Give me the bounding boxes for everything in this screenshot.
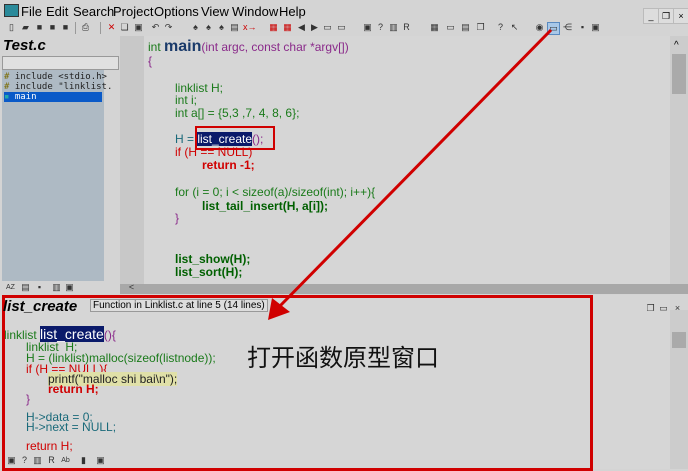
annotation-arrow bbox=[268, 28, 553, 320]
